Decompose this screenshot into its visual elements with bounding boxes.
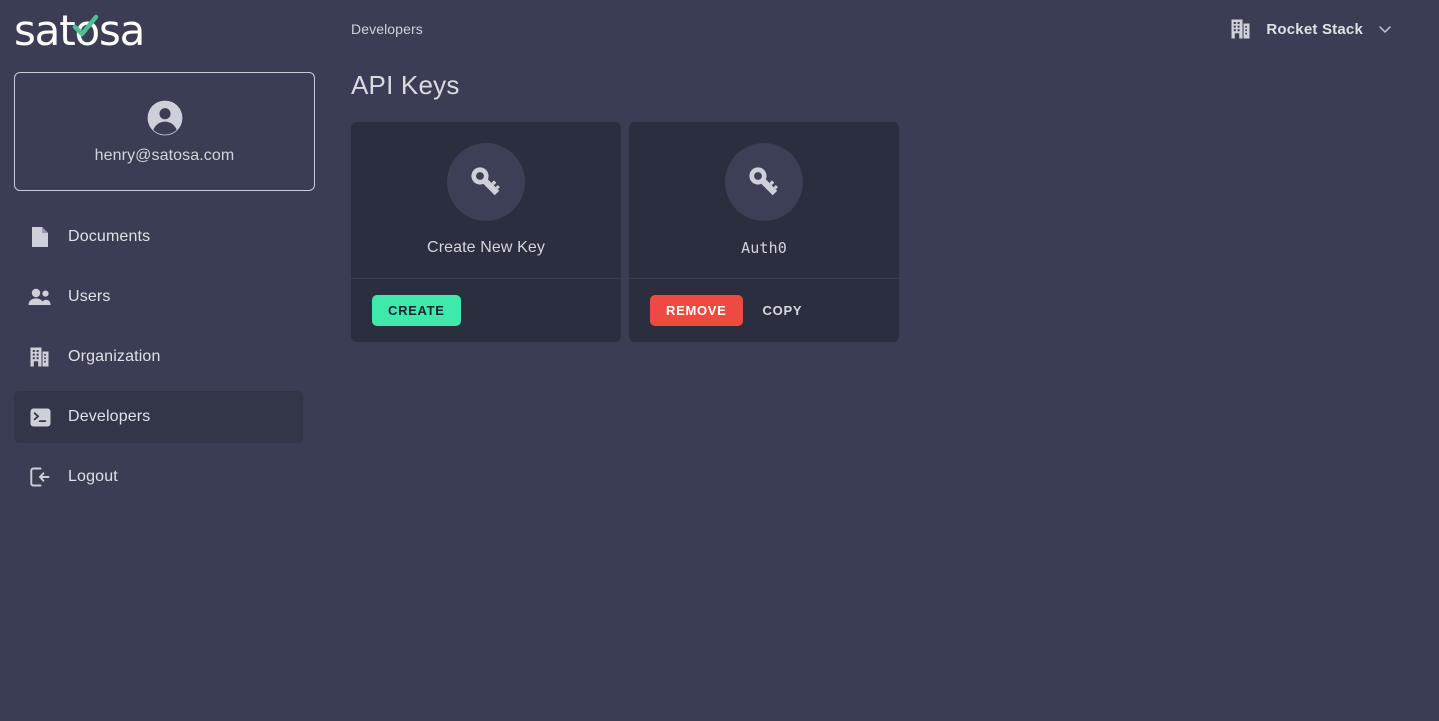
card-body: Create New Key [351,122,621,279]
main-content: Developers Rocket Stack API Keys Create … [330,0,1439,721]
sidebar-item-label: Documents [68,228,151,245]
app-root: satosa henry@satosa.com Documents Users … [0,0,1439,721]
topbar: Developers Rocket Stack [330,0,1439,58]
sidebar-item-label: Organization [68,348,161,365]
app-logo[interactable]: satosa [0,0,330,62]
card-label: Create New Key [427,239,545,256]
breadcrumb: Developers [351,21,423,37]
card-footer: REMOVE COPY [629,279,899,342]
sidebar-item-label: Logout [68,468,118,485]
sidebar-nav: Documents Users Organization Developers … [0,211,330,503]
api-keys-card-list: Create New Key CREATE Auth0 REMOVE COPY [330,122,1439,342]
sidebar-item-developers[interactable]: Developers [14,391,303,443]
card-body: Auth0 [629,122,899,279]
key-icon [447,143,525,221]
card-footer: CREATE [351,279,621,342]
logout-icon [28,465,52,489]
org-name: Rocket Stack [1266,20,1363,38]
chevron-down-icon[interactable] [1377,21,1393,37]
org-selector[interactable]: Rocket Stack [1230,18,1393,40]
copy-button[interactable]: COPY [751,295,815,326]
account-circle-icon [147,100,182,135]
document-icon [28,225,52,249]
terminal-icon [28,405,52,429]
logo-text: satosa [14,6,145,55]
building-icon [28,345,52,369]
key-icon [725,143,803,221]
api-key-card: Auth0 REMOVE COPY [629,122,899,342]
create-button[interactable]: CREATE [372,295,461,326]
remove-button[interactable]: REMOVE [650,295,743,326]
building-icon [1231,19,1250,39]
sidebar-item-label: Users [68,288,111,305]
card-label: Auth0 [741,239,787,257]
page-title: API Keys [351,70,460,100]
sidebar-item-documents[interactable]: Documents [14,211,316,263]
user-email: henry@satosa.com [94,146,235,164]
api-key-card: Create New Key CREATE [351,122,621,342]
sidebar-item-label: Developers [68,408,151,425]
sidebar-item-organization[interactable]: Organization [14,331,316,383]
sidebar-item-users[interactable]: Users [14,271,316,323]
user-card[interactable]: henry@satosa.com [14,72,315,191]
users-icon [28,285,52,309]
sidebar-item-logout[interactable]: Logout [14,451,316,503]
sidebar: satosa henry@satosa.com Documents Users … [0,0,330,721]
